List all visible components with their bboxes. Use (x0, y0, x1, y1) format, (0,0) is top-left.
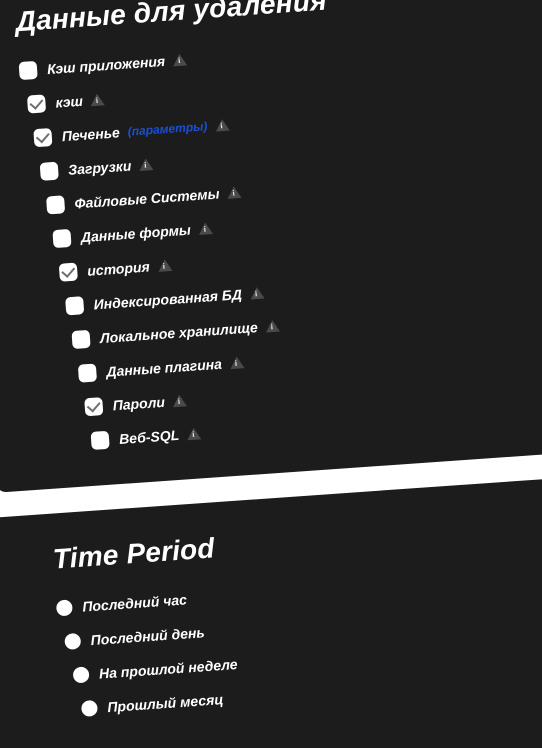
info-icon[interactable] (172, 394, 187, 407)
info-icon[interactable] (249, 287, 264, 300)
checkbox[interactable] (59, 263, 78, 282)
radio[interactable] (81, 700, 98, 717)
info-icon[interactable] (265, 320, 280, 333)
option-label: Данные формы (80, 222, 191, 246)
section-time-period: Time Period Последний часПоследний деньН… (0, 477, 542, 748)
checkbox[interactable] (19, 61, 38, 80)
option-label: кэш (55, 93, 84, 111)
radio[interactable] (56, 599, 73, 616)
option-label: Файловые Системы (74, 185, 220, 211)
options-link[interactable]: (параметры) (127, 119, 208, 139)
time-option-label: Прошлый месяц (107, 691, 224, 715)
option-label: Загрузки (68, 158, 132, 178)
option-label: Данные плагина (106, 356, 223, 380)
info-icon[interactable] (157, 259, 172, 272)
checkbox[interactable] (84, 397, 103, 416)
checkbox[interactable] (27, 94, 46, 113)
info-icon[interactable] (173, 53, 188, 66)
checkbox[interactable] (91, 431, 110, 450)
time-option-label: Последний час (82, 591, 188, 614)
radio[interactable] (73, 666, 90, 683)
option-label: история (87, 259, 150, 279)
option-label: Печенье (61, 124, 120, 144)
option-label: Индексированная БД (93, 286, 242, 312)
checkbox[interactable] (78, 363, 97, 382)
time-option-label: Последний день (90, 624, 205, 648)
checkbox[interactable] (33, 128, 52, 147)
option-label: Локальное хранилище (99, 319, 258, 346)
info-icon[interactable] (90, 93, 105, 106)
stage: Данные для удаления Кэш приложениякэшПеч… (0, 0, 542, 748)
checkbox[interactable] (52, 229, 71, 248)
time-option-label: На прошлой неделе (99, 656, 239, 682)
data-options-list: Кэш приложения кэш Печенье (параметры) Загру… (18, 19, 542, 459)
info-icon[interactable] (187, 427, 202, 440)
checkbox[interactable] (46, 195, 65, 214)
option-label: Пароли (112, 394, 165, 414)
option-label: Кэш приложения (47, 53, 166, 77)
checkbox[interactable] (71, 330, 90, 349)
info-icon[interactable] (198, 222, 213, 235)
checkbox[interactable] (40, 162, 59, 181)
option-label: Веб-SQL (119, 427, 180, 447)
radio[interactable] (64, 633, 81, 650)
section-data-to-delete: Данные для удаления Кэш приложениякэшПеч… (0, 0, 542, 493)
info-icon[interactable] (227, 186, 242, 199)
info-icon[interactable] (229, 356, 244, 369)
checkbox[interactable] (65, 296, 84, 315)
info-icon[interactable] (215, 119, 230, 132)
info-icon[interactable] (139, 158, 154, 171)
time-options-list: Последний час Последний день На прошлой не… (55, 559, 542, 725)
